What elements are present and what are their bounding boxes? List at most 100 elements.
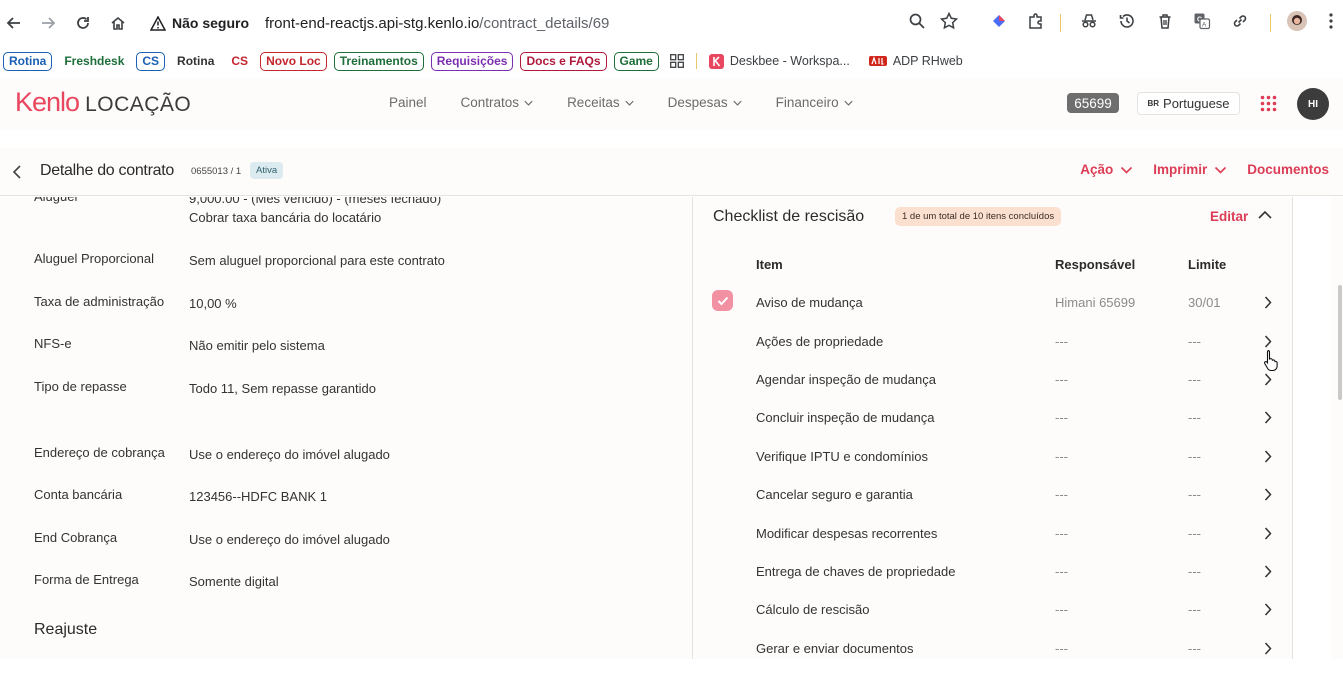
checklist-item-limit: --- — [1188, 334, 1201, 349]
nav-menu-item[interactable]: Receitas — [567, 95, 634, 110]
back-arrow-icon[interactable] — [4, 13, 24, 33]
security-indicator[interactable]: Não seguro — [150, 15, 249, 31]
detail-value-line: 9,000.00 - (Mês vencido) - (meses fechad… — [189, 197, 442, 206]
bookmark-deskbee[interactable]: Deskbee - Workspa... — [708, 53, 850, 69]
detail-row: Forma de Entrega Somente digital — [34, 572, 279, 591]
checklist-row[interactable]: Verifique IPTU e condomínios --- --- — [693, 449, 1293, 487]
logo-product: LOCAÇÃO — [85, 93, 192, 116]
trash-icon[interactable] — [1156, 12, 1174, 34]
bookmark-item[interactable]: Freshdesk — [59, 52, 129, 71]
checklist-row[interactable]: Modificar despesas recorrentes --- --- — [693, 526, 1293, 564]
nav-menu-label: Despesas — [667, 95, 728, 110]
nav-menu-item[interactable]: Contratos — [461, 95, 534, 110]
contract-action-label: Ação — [1080, 162, 1114, 177]
url-text[interactable]: front-end-reactjs.api-stg.kenlo.io/contr… — [265, 15, 609, 32]
checklist-item-responsible: --- — [1055, 372, 1068, 387]
back-chevron-icon[interactable] — [12, 165, 22, 179]
checklist-row[interactable]: Concluir inspeção de mudança --- --- — [693, 410, 1293, 448]
checkbox-checked-icon[interactable] — [712, 290, 733, 311]
bookmark-item[interactable]: Treinamentos — [333, 51, 424, 71]
detail-value: Todo 11, Sem repasse garantido — [189, 381, 376, 396]
termination-checklist-panel: Checklist de rescisão 1 de um total de 1… — [692, 197, 1293, 659]
hand-cursor-icon — [1263, 349, 1279, 371]
chevron-up-icon[interactable] — [1258, 210, 1272, 219]
detail-label: Tipo de repasse — [34, 379, 127, 394]
bookmark-item[interactable]: Docs e FAQs — [520, 51, 607, 71]
main-menu: Painel Contratos Receitas Despesas Financeir… — [389, 95, 887, 110]
detail-label: Aluguel Proporcional — [34, 251, 154, 266]
contract-action-button[interactable]: Ação — [1080, 162, 1133, 177]
chevron-right-icon[interactable] — [1264, 450, 1272, 463]
contract-action-label: Imprimir — [1153, 162, 1208, 177]
checklist-row[interactable]: Cancelar seguro e garantia --- --- — [693, 487, 1293, 525]
page-scrollbar-track[interactable] — [1331, 197, 1343, 659]
edit-checklist-button[interactable]: Editar — [1210, 209, 1248, 224]
zoom-icon[interactable] — [908, 12, 926, 34]
bookmark-item[interactable]: CS — [226, 52, 253, 71]
bookmark-item[interactable]: Novo Loc — [260, 51, 327, 71]
chevron-right-icon[interactable] — [1264, 642, 1272, 655]
history-icon[interactable] — [1118, 12, 1136, 34]
extension-diamond-icon[interactable] — [990, 12, 1008, 34]
contract-action-button[interactable]: Imprimir — [1153, 162, 1227, 177]
reload-icon[interactable] — [73, 13, 93, 33]
nav-menu-item[interactable]: Painel — [389, 95, 427, 110]
bookmark-item[interactable]: Game — [613, 51, 659, 71]
translate-icon[interactable]: GA — [1193, 12, 1211, 34]
apps-shortcut-icon[interactable] — [669, 54, 684, 68]
incognito-icon[interactable] — [1080, 12, 1098, 34]
profile-avatar-icon[interactable] — [1287, 11, 1307, 33]
checklist-row[interactable]: Agendar inspeção de mudança --- --- — [693, 372, 1293, 410]
extensions-puzzle-icon[interactable] — [1027, 12, 1045, 34]
nav-menu-item[interactable]: Despesas — [668, 95, 742, 110]
detail-row: Tipo de repasse Todo 11, Sem repasse gara… — [34, 379, 376, 398]
bookmark-adp[interactable]: ADP RHweb — [868, 54, 963, 68]
bookmark-star-icon[interactable] — [940, 12, 958, 34]
contract-actions: Ação Imprimir Documentos — [1080, 162, 1329, 177]
browser-menu-icon[interactable] — [1328, 12, 1334, 34]
bookmark-item[interactable]: Rotina — [172, 52, 219, 71]
chevron-right-icon[interactable] — [1264, 335, 1272, 348]
chevron-right-icon[interactable] — [1264, 565, 1272, 578]
chevron-right-icon[interactable] — [1264, 373, 1272, 386]
chevron-right-icon[interactable] — [1264, 488, 1272, 501]
chevron-right-icon[interactable] — [1264, 411, 1272, 424]
chevron-right-icon[interactable] — [1264, 603, 1272, 616]
chevron-down-icon — [524, 100, 533, 106]
kenlo-logo[interactable]: Kenlo LOCAÇÃO — [15, 87, 191, 118]
forward-arrow-icon[interactable] — [38, 13, 58, 33]
user-avatar[interactable]: HI — [1297, 88, 1329, 120]
checklist-item-name: Cálculo de rescisão — [756, 602, 870, 617]
link-icon[interactable] — [1231, 12, 1249, 34]
home-icon[interactable] — [108, 13, 128, 33]
nav-menu-item[interactable]: Financeiro — [776, 95, 853, 110]
bookmark-item[interactable]: CS — [136, 51, 166, 71]
browser-toolbar: Não seguro front-end-reactjs.api-stg.ken… — [0, 0, 1343, 46]
checklist-item-limit: --- — [1188, 410, 1201, 425]
contract-action-button[interactable]: Documentos — [1247, 162, 1329, 177]
detail-label: Taxa de administração — [34, 294, 165, 309]
page-scrollbar-thumb[interactable] — [1338, 285, 1342, 400]
nav-menu-label: Painel — [389, 95, 427, 110]
not-secure-label: Não seguro — [172, 15, 250, 31]
detail-label: Aluguel — [34, 197, 189, 227]
checklist-row[interactable]: Cálculo de rescisão --- --- — [693, 602, 1293, 640]
bookmark-item[interactable]: Requisições — [430, 51, 514, 71]
checklist-row[interactable]: Entrega de chaves de propriedade --- --- — [693, 564, 1293, 602]
bookmarks-divider — [695, 53, 697, 69]
checklist-item-limit: --- — [1188, 564, 1201, 579]
apps-grid-icon[interactable] — [1260, 95, 1277, 112]
checklist-item-name: Modificar despesas recorrentes — [756, 526, 938, 541]
bookmark-item[interactable]: Rotina — [3, 51, 53, 71]
checklist-item-limit: --- — [1188, 602, 1201, 617]
chevron-down-icon — [732, 100, 742, 106]
checklist-row[interactable]: Ações de propriedade --- --- — [693, 334, 1293, 372]
address-bar[interactable]: Não seguro front-end-reactjs.api-stg.ken… — [150, 12, 609, 34]
account-id-badge[interactable]: 65699 — [1067, 93, 1119, 113]
language-selector[interactable]: BR Portuguese — [1137, 92, 1240, 115]
checklist-row[interactable]: Aviso de mudança Himani 65699 30/01 — [693, 290, 1293, 333]
chevron-right-icon[interactable] — [1264, 527, 1272, 540]
chevron-right-icon[interactable] — [1264, 296, 1272, 309]
checklist-row[interactable]: Gerar e enviar documentos --- --- — [693, 641, 1293, 679]
column-header-responsible: Responsável — [1055, 257, 1136, 272]
